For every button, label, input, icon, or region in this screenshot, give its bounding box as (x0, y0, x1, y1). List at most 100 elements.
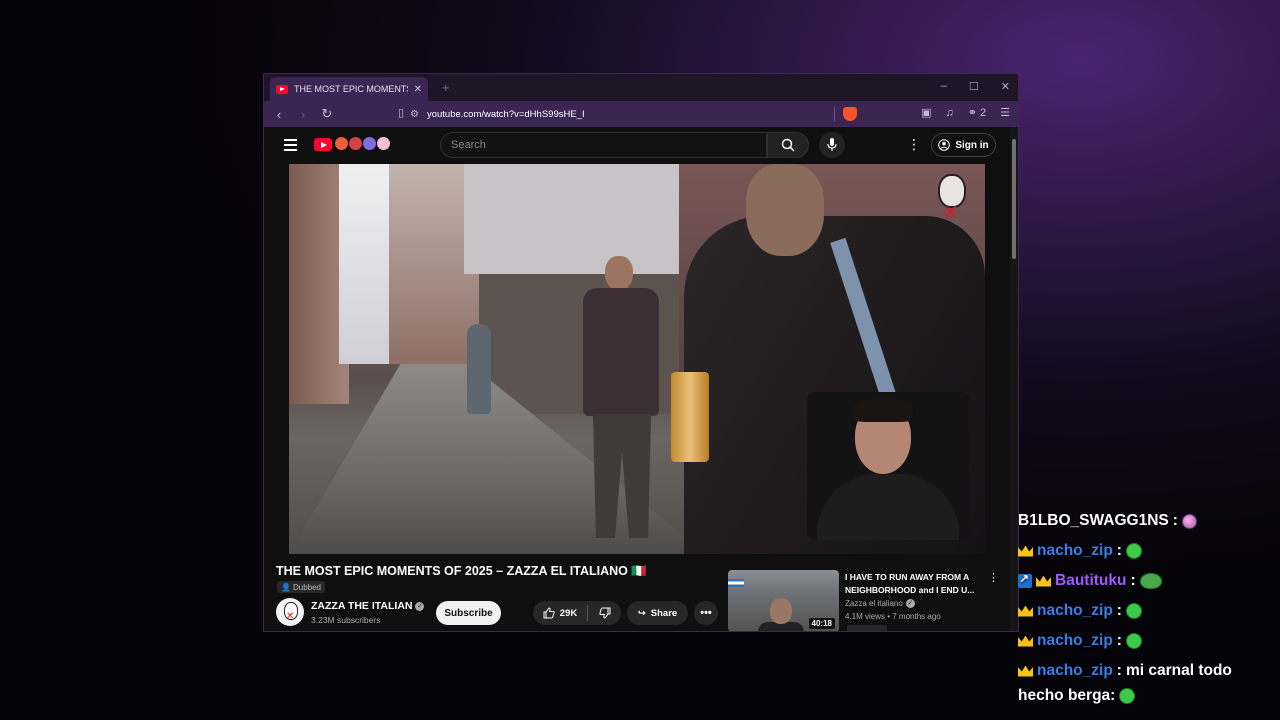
channel-watermark-icon[interactable]: ✕ (934, 174, 970, 224)
sign-in-button[interactable]: Sign in (931, 133, 996, 157)
media-icon[interactable]: ♫ (945, 107, 953, 119)
address-divider (834, 107, 835, 121)
address-bar[interactable]: ⚙ youtube.com/watch?v=dHhS99sHE_I (410, 109, 585, 120)
recommended-thumbnail[interactable]: 40:18 (728, 570, 839, 631)
site-settings-icon[interactable]: ⚙ (410, 109, 419, 120)
crown-badge-icon (1018, 665, 1033, 677)
emote-icon (1181, 513, 1197, 529)
chat-separator: : (1116, 602, 1122, 619)
sign-in-label: Sign in (955, 139, 989, 151)
tab-active[interactable]: THE MOST EPIC MOMENTS OF 2025 ✕ (270, 77, 428, 101)
doodle-logo[interactable] (335, 137, 390, 150)
chat-username: B1LBO_SWAGG1NS (1018, 512, 1169, 529)
chat-message: nacho_zip : (1018, 602, 1142, 620)
subscriber-count: 3.23M subscribers (311, 615, 381, 625)
dislike-button[interactable] (588, 607, 621, 619)
dubbed-icon: 👤 (281, 582, 291, 592)
like-button[interactable]: 29K (533, 605, 588, 621)
search-button[interactable] (767, 132, 809, 158)
reload-icon[interactable]: ↻ (320, 106, 334, 122)
guide-menu-icon[interactable] (284, 139, 297, 154)
nav-bar: ‹ › ↻ ▯ ⚙ youtube.com/watch?v=dHhS99sHE_… (264, 101, 1018, 127)
recommended-channel[interactable]: Zazza el italiano (845, 599, 903, 608)
youtube-logo-icon[interactable] (314, 138, 332, 151)
crown-badge-icon (1018, 545, 1033, 557)
thumbnail-flag (728, 579, 744, 587)
maximize-icon[interactable]: ☐ (969, 80, 979, 93)
recommended-title[interactable]: I HAVE TO RUN AWAY FROM A NEIGHBORHOOD a… (845, 571, 981, 597)
minimize-icon[interactable]: – (941, 80, 947, 93)
video-scene-man (571, 256, 671, 546)
bookmark-icon[interactable]: ▯ (398, 106, 404, 119)
browser-window: THE MOST EPIC MOMENTS OF 2025 ✕ + – ☐ ✕ … (263, 73, 1019, 632)
tab-bar: THE MOST EPIC MOMENTS OF 2025 ✕ + – ☐ ✕ (264, 74, 1018, 101)
search-input[interactable]: Search (440, 132, 767, 158)
emote-icon (1125, 633, 1142, 649)
facecam-overlay (807, 392, 969, 540)
more-actions-button[interactable]: ••• (694, 601, 718, 625)
brave-shields-icon[interactable] (843, 107, 857, 121)
settings-kebab-icon[interactable]: ⋮ (907, 136, 921, 153)
recommended-channel-row: Zazza el italiano ✓ (845, 599, 915, 608)
search-icon (781, 138, 795, 152)
recommended-dubbed-badge (847, 625, 887, 631)
recommended-duration: 40:18 (808, 618, 835, 629)
sidebar-icon[interactable]: ▣ (921, 106, 931, 119)
crown-badge-icon (1018, 605, 1033, 617)
page-scrollbar[interactable] (1010, 127, 1018, 631)
recommended-kebab-icon[interactable]: ⋮ (988, 571, 999, 584)
channel-name-row[interactable]: ZAZZA THE ITALIAN ✓ (311, 600, 425, 612)
verified-icon: ✓ (905, 599, 915, 608)
chat-message: nacho_zip : (1018, 542, 1142, 560)
chat-message-continuation: hecho berga: (1018, 687, 1136, 705)
emote-icon (1119, 688, 1136, 704)
emote-icon (1125, 543, 1142, 559)
scrollbar-thumb[interactable] (1012, 139, 1016, 259)
crown-badge-icon (1036, 575, 1051, 587)
chat-username: nacho_zip (1037, 542, 1113, 559)
extensions-icon[interactable]: ⚭ 2 (968, 106, 986, 119)
chat-username: nacho_zip (1037, 662, 1113, 679)
tab-title: THE MOST EPIC MOMENTS OF 2025 (294, 84, 408, 94)
video-player[interactable]: ✕ (289, 164, 985, 554)
tab-close-icon[interactable]: ✕ (414, 84, 422, 95)
recommended-meta: 4.1M views • 7 months ago (845, 612, 941, 621)
forward-icon[interactable]: › (296, 107, 310, 122)
chat-separator: : (1116, 662, 1122, 679)
chat-separator: : (1116, 632, 1122, 649)
share-button[interactable]: ↪ Share (627, 601, 688, 625)
share-icon: ↪ (637, 607, 646, 619)
chat-text: mi carnal todo (1125, 662, 1232, 679)
video-scene-pedestrian (467, 324, 491, 414)
close-window-icon[interactable]: ✕ (1001, 80, 1010, 93)
youtube-header: Search ⋮ Sign in (264, 127, 1018, 163)
video-title: THE MOST EPIC MOMENTS OF 2025 – ZAZZA EL… (276, 564, 647, 578)
chat-username: nacho_zip (1037, 632, 1113, 649)
chat-username: nacho_zip (1037, 602, 1113, 619)
thumbs-down-icon (598, 607, 610, 619)
channel-avatar[interactable] (276, 598, 304, 626)
channel-name[interactable]: ZAZZA THE ITALIAN (311, 600, 412, 612)
emote-icon (1125, 603, 1142, 619)
verified-icon: ✓ (415, 601, 425, 611)
toolbar-right: ▣ ♫ ⚭ 2 ☰ (921, 106, 1010, 120)
subscribe-button[interactable]: Subscribe (436, 601, 501, 625)
like-dislike-group: 29K (533, 601, 621, 625)
emote-icon (1139, 573, 1162, 589)
chat-username: Bautituku (1055, 572, 1127, 589)
voice-search-button[interactable] (819, 132, 845, 158)
url-text[interactable]: youtube.com/watch?v=dHhS99sHE_I (427, 109, 585, 120)
account-icon (938, 139, 951, 151)
extension-count: 2 (980, 107, 987, 119)
crown-badge-icon (1018, 635, 1033, 647)
chat-text: hecho berga: (1018, 687, 1116, 704)
dubbed-badge: 👤 Dubbed (277, 581, 325, 593)
chat-separator: : (1116, 542, 1122, 559)
chat-message: Bautituku : (1018, 572, 1162, 590)
menu-icon[interactable]: ☰ (1000, 106, 1010, 119)
back-icon[interactable]: ‹ (272, 107, 286, 122)
chat-separator: : (1172, 512, 1178, 529)
new-tab-icon[interactable]: + (442, 80, 450, 95)
microphone-icon (827, 138, 837, 151)
window-controls: – ☐ ✕ (941, 80, 1010, 93)
